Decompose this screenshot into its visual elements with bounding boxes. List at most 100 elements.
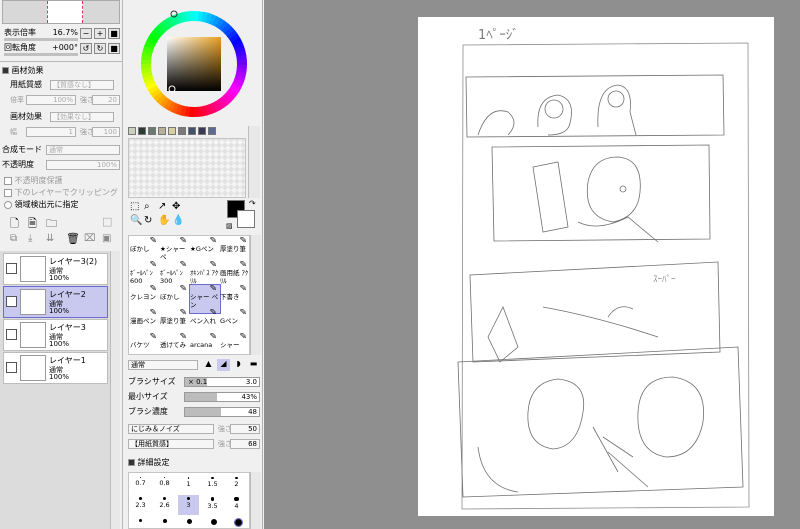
rotate-reset-button[interactable]: ■ (108, 43, 120, 54)
size-dot-icon[interactable] (163, 519, 167, 523)
size-grid-scrollbar[interactable] (250, 472, 261, 529)
color-swatch[interactable] (188, 127, 196, 135)
rect-select-icon[interactable]: ⬚ (130, 201, 139, 212)
size-preset[interactable]: 2 (226, 475, 247, 495)
layer-item[interactable]: レイヤー3(2) 通常 100% (3, 253, 108, 285)
zoom-in-button[interactable]: + (94, 28, 106, 39)
brush-texture-select[interactable]: 【用紙質感】 (128, 439, 214, 449)
new-layer-set-icon[interactable]: 🗎 (28, 215, 37, 234)
texture-strength-field[interactable]: 68 (230, 439, 260, 449)
size-dot-icon[interactable] (187, 519, 192, 524)
secondary-color-swatch[interactable] (237, 210, 255, 228)
clear-layer-icon[interactable]: ⌧ (84, 233, 96, 244)
layer-item[interactable]: レイヤー2 通常 100% (3, 286, 108, 318)
rotate-icon[interactable]: ↻ (144, 215, 152, 226)
size-preset[interactable]: 2.6 (154, 495, 175, 515)
brush-grid-scrollbar[interactable] (250, 235, 261, 355)
shape-flat-icon[interactable]: ▬ (247, 359, 260, 371)
layer-item[interactable]: レイヤー1 通常 100% (3, 352, 108, 384)
angle-value[interactable]: +000° (52, 43, 78, 53)
angle-slider[interactable] (4, 53, 78, 56)
trash-icon[interactable]: 🗑 (66, 232, 80, 245)
copy-layer-icon[interactable]: ⧉ (10, 233, 17, 244)
layer-list-scrollbar[interactable] (110, 251, 120, 529)
shape-soft-icon[interactable]: ◗ (232, 359, 245, 371)
zoom-slider[interactable] (4, 38, 78, 41)
size-dot-icon[interactable] (211, 519, 217, 525)
color-swatch[interactable] (178, 127, 186, 135)
layer-visibility-toggle[interactable] (6, 296, 17, 307)
density-slider[interactable]: 48 (184, 407, 260, 417)
transparent-color-icon[interactable]: ▨ (226, 222, 233, 230)
color-swatch[interactable] (148, 127, 156, 135)
new-layer-icon[interactable]: 🗋 (10, 215, 19, 234)
zoom-out-button[interactable]: − (80, 28, 92, 39)
size-preset[interactable]: 1.5 (202, 475, 223, 495)
size-multiplier[interactable]: × 0.1 (188, 378, 207, 386)
shape-medium-icon[interactable]: ◢ (217, 359, 230, 371)
clip-row[interactable]: 下のレイヤーでクリッピング (4, 188, 118, 198)
hand-icon[interactable]: ✋ (158, 215, 170, 226)
layer-visibility-toggle[interactable] (6, 329, 17, 340)
color-panel-scrollbar[interactable] (248, 0, 262, 124)
effect-strength-field[interactable]: 100 (92, 127, 120, 137)
color-wheel[interactable] (134, 5, 254, 123)
min-size-slider[interactable]: 43% (184, 392, 260, 402)
size-preset[interactable]: 4 (226, 495, 247, 515)
protect-opacity-row[interactable]: 不透明度保護 (4, 176, 63, 186)
brush-tool-item[interactable]: ✎ シャー (220, 333, 249, 354)
new-folder-icon[interactable]: 🗀 (46, 215, 57, 234)
width-field[interactable]: 1 (26, 127, 76, 137)
color-swatch[interactable] (138, 127, 146, 135)
layer-prop-icon[interactable]: ▣ (102, 233, 111, 244)
color-swatch[interactable] (208, 127, 216, 135)
magic-wand-icon[interactable]: ↗ (158, 201, 166, 212)
shape-sharp-icon[interactable]: ▲ (202, 359, 215, 371)
protect-opacity-checkbox[interactable] (4, 176, 12, 185)
color-swatch[interactable] (168, 127, 176, 135)
zoom-icon[interactable]: 🔍 (130, 215, 142, 226)
layer-visibility-toggle[interactable] (6, 263, 17, 274)
scale-field[interactable]: 100% (26, 95, 76, 105)
canvas-area[interactable]: 1ﾍﾟｰｼﾞ ｽｰﾊﾟｰ (264, 0, 800, 529)
eyedropper-icon[interactable]: 💧 (172, 215, 184, 226)
size-dot-icon[interactable] (139, 519, 142, 522)
color-swatch[interactable] (158, 127, 166, 135)
layer-item[interactable]: レイヤー3 通常 100% (3, 319, 108, 351)
zoom-value[interactable]: 16.7% (53, 28, 78, 38)
drawing-canvas[interactable]: 1ﾍﾟｰｼﾞ ｽｰﾊﾟｰ (418, 17, 774, 516)
size-preset[interactable]: 1 (178, 475, 199, 495)
brush-mode-select[interactable]: 通常 (128, 360, 198, 370)
size-preset[interactable]: 0.7 (130, 475, 151, 495)
texture-select[interactable]: 【質感なし】 (50, 80, 114, 90)
brush-size-slider[interactable]: × 0.1 3.0 (184, 377, 260, 387)
color-swatch[interactable] (198, 127, 206, 135)
blur-select[interactable]: にじみ＆ノイズ (128, 424, 214, 434)
swap-colors-icon[interactable]: ↷ (249, 199, 256, 208)
size-preset[interactable]: 3 (178, 495, 199, 515)
color-swatch[interactable] (128, 127, 136, 135)
merge-down-icon[interactable]: ⇊ (46, 233, 54, 244)
rotate-left-button[interactable]: ↺ (80, 43, 92, 54)
clip-checkbox[interactable] (4, 188, 12, 197)
palette-scrollbar[interactable] (248, 126, 260, 198)
brush-tool-item[interactable]: ✎ 透けてみ (160, 333, 190, 354)
selection-source-row[interactable]: 領域検出元に指定 (4, 200, 79, 210)
layer-visibility-toggle[interactable] (6, 362, 17, 373)
size-preset[interactable]: 3.5 (202, 495, 223, 515)
selection-source-radio[interactable] (4, 200, 12, 209)
lasso-icon[interactable]: ⌕ (144, 201, 150, 212)
strength-field[interactable]: 20 (92, 95, 120, 105)
blur-strength-field[interactable]: 50 (230, 424, 260, 434)
navigator-view-rect[interactable] (47, 1, 83, 23)
paper-effect-header[interactable]: 画材効果 (2, 65, 44, 76)
rotate-right-button[interactable]: ↻ (94, 43, 106, 54)
size-preset[interactable]: 0.8 (154, 475, 175, 495)
palette-grid[interactable] (128, 138, 246, 198)
move-icon[interactable]: ✥ (172, 201, 180, 212)
effect-select[interactable]: 【効果なし】 (50, 112, 114, 122)
brush-tool-item[interactable]: ✎ arcana (190, 333, 220, 354)
mask-icon[interactable]: □ (102, 215, 112, 228)
zoom-reset-button[interactable]: ■ (108, 28, 120, 39)
brush-tool-item[interactable]: ✎ バケツ (130, 333, 160, 354)
